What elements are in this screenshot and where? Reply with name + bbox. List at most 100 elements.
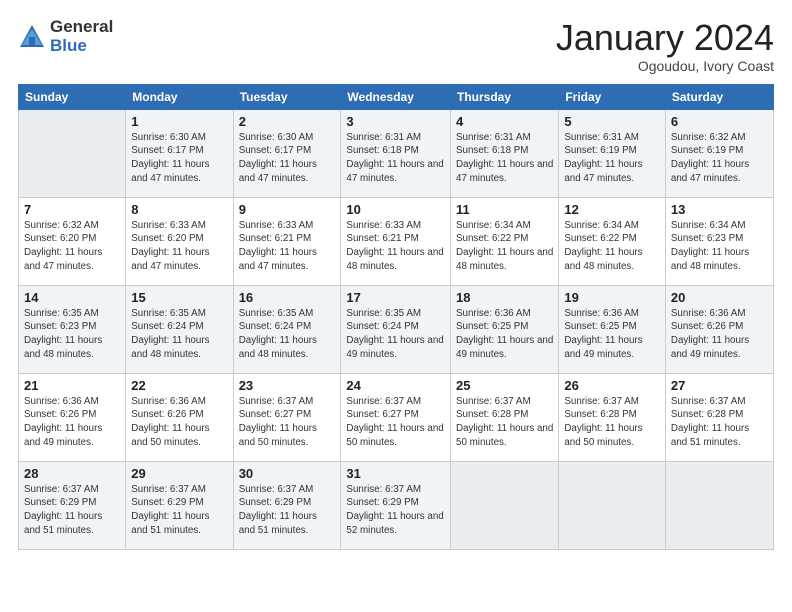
sunset-text: Sunset: 6:24 PM — [239, 321, 311, 332]
day-info: Sunrise: 6:31 AMSunset: 6:18 PMDaylight:… — [456, 131, 553, 186]
sunrise-text: Sunrise: 6:32 AM — [671, 132, 746, 143]
calendar-cell — [19, 109, 126, 197]
daylight-text: Daylight: 11 hours and 47 minutes. — [564, 159, 642, 184]
day-info: Sunrise: 6:36 AMSunset: 6:26 PMDaylight:… — [24, 395, 120, 450]
logo-text: General Blue — [50, 18, 113, 55]
sunrise-text: Sunrise: 6:30 AM — [239, 132, 314, 143]
sunrise-text: Sunrise: 6:36 AM — [131, 396, 206, 407]
day-number: 4 — [456, 114, 553, 129]
day-info: Sunrise: 6:33 AMSunset: 6:20 PMDaylight:… — [131, 219, 227, 274]
page: General Blue January 2024 Ogoudou, Ivory… — [0, 0, 792, 612]
calendar-cell: 14Sunrise: 6:35 AMSunset: 6:23 PMDayligh… — [19, 285, 126, 373]
sunset-text: Sunset: 6:22 PM — [564, 233, 636, 244]
day-info: Sunrise: 6:33 AMSunset: 6:21 PMDaylight:… — [346, 219, 445, 274]
sunrise-text: Sunrise: 6:37 AM — [131, 484, 206, 495]
day-info: Sunrise: 6:36 AMSunset: 6:25 PMDaylight:… — [456, 307, 553, 362]
header-friday: Friday — [559, 84, 666, 109]
calendar-cell: 2Sunrise: 6:30 AMSunset: 6:17 PMDaylight… — [233, 109, 341, 197]
calendar-week-row: 1Sunrise: 6:30 AMSunset: 6:17 PMDaylight… — [19, 109, 774, 197]
daylight-text: Daylight: 11 hours and 48 minutes. — [671, 247, 749, 272]
calendar-cell: 18Sunrise: 6:36 AMSunset: 6:25 PMDayligh… — [451, 285, 559, 373]
sunset-text: Sunset: 6:24 PM — [346, 321, 418, 332]
sunset-text: Sunset: 6:22 PM — [456, 233, 528, 244]
month-title: January 2024 — [556, 18, 774, 58]
day-info: Sunrise: 6:31 AMSunset: 6:18 PMDaylight:… — [346, 131, 445, 186]
sunrise-text: Sunrise: 6:32 AM — [24, 220, 99, 231]
day-info: Sunrise: 6:37 AMSunset: 6:29 PMDaylight:… — [239, 483, 336, 538]
sunrise-text: Sunrise: 6:31 AM — [564, 132, 639, 143]
calendar-week-row: 21Sunrise: 6:36 AMSunset: 6:26 PMDayligh… — [19, 373, 774, 461]
day-info: Sunrise: 6:34 AMSunset: 6:23 PMDaylight:… — [671, 219, 768, 274]
sunset-text: Sunset: 6:23 PM — [671, 233, 743, 244]
sunset-text: Sunset: 6:20 PM — [131, 233, 203, 244]
title-block: January 2024 Ogoudou, Ivory Coast — [556, 18, 774, 74]
day-number: 9 — [239, 202, 336, 217]
sunrise-text: Sunrise: 6:37 AM — [456, 396, 531, 407]
sunset-text: Sunset: 6:29 PM — [239, 497, 311, 508]
sunset-text: Sunset: 6:18 PM — [346, 145, 418, 156]
day-info: Sunrise: 6:37 AMSunset: 6:28 PMDaylight:… — [671, 395, 768, 450]
location-subtitle: Ogoudou, Ivory Coast — [556, 58, 774, 74]
day-info: Sunrise: 6:37 AMSunset: 6:27 PMDaylight:… — [239, 395, 336, 450]
day-info: Sunrise: 6:35 AMSunset: 6:24 PMDaylight:… — [131, 307, 227, 362]
day-number: 15 — [131, 290, 227, 305]
day-number: 29 — [131, 466, 227, 481]
sunset-text: Sunset: 6:25 PM — [456, 321, 528, 332]
day-number: 6 — [671, 114, 768, 129]
day-number: 8 — [131, 202, 227, 217]
daylight-text: Daylight: 11 hours and 50 minutes. — [346, 423, 443, 448]
calendar-cell: 27Sunrise: 6:37 AMSunset: 6:28 PMDayligh… — [665, 373, 773, 461]
sunrise-text: Sunrise: 6:37 AM — [346, 396, 421, 407]
day-number: 13 — [671, 202, 768, 217]
daylight-text: Daylight: 11 hours and 47 minutes. — [131, 247, 209, 272]
sunrise-text: Sunrise: 6:35 AM — [24, 308, 99, 319]
daylight-text: Daylight: 11 hours and 48 minutes. — [24, 335, 102, 360]
day-info: Sunrise: 6:37 AMSunset: 6:28 PMDaylight:… — [564, 395, 660, 450]
sunrise-text: Sunrise: 6:34 AM — [456, 220, 531, 231]
daylight-text: Daylight: 11 hours and 50 minutes. — [456, 423, 553, 448]
day-number: 2 — [239, 114, 336, 129]
sunset-text: Sunset: 6:28 PM — [456, 409, 528, 420]
sunrise-text: Sunrise: 6:34 AM — [564, 220, 639, 231]
header-sunday: Sunday — [19, 84, 126, 109]
header-tuesday: Tuesday — [233, 84, 341, 109]
calendar-cell: 20Sunrise: 6:36 AMSunset: 6:26 PMDayligh… — [665, 285, 773, 373]
calendar-week-row: 28Sunrise: 6:37 AMSunset: 6:29 PMDayligh… — [19, 461, 774, 549]
daylight-text: Daylight: 11 hours and 51 minutes. — [671, 423, 749, 448]
sunset-text: Sunset: 6:25 PM — [564, 321, 636, 332]
daylight-text: Daylight: 11 hours and 49 minutes. — [564, 335, 642, 360]
sunset-text: Sunset: 6:21 PM — [239, 233, 311, 244]
day-number: 21 — [24, 378, 120, 393]
day-info: Sunrise: 6:35 AMSunset: 6:24 PMDaylight:… — [346, 307, 445, 362]
day-info: Sunrise: 6:32 AMSunset: 6:19 PMDaylight:… — [671, 131, 768, 186]
header-wednesday: Wednesday — [341, 84, 451, 109]
header: General Blue January 2024 Ogoudou, Ivory… — [18, 18, 774, 74]
calendar-cell: 21 Sunrise: 6:36 AMSunset: 6:26 PMDayligh… — [19, 373, 126, 461]
sunset-text: Sunset: 6:26 PM — [24, 409, 96, 420]
calendar-cell: 31Sunrise: 6:37 AMSunset: 6:29 PMDayligh… — [341, 461, 451, 549]
day-number: 14 — [24, 290, 120, 305]
calendar-cell — [451, 461, 559, 549]
daylight-text: Daylight: 11 hours and 48 minutes. — [564, 247, 642, 272]
daylight-text: Daylight: 11 hours and 50 minutes. — [564, 423, 642, 448]
calendar-cell: 25Sunrise: 6:37 AMSunset: 6:28 PMDayligh… — [451, 373, 559, 461]
calendar-cell: 16Sunrise: 6:35 AMSunset: 6:24 PMDayligh… — [233, 285, 341, 373]
daylight-text: Daylight: 11 hours and 51 minutes. — [24, 511, 102, 536]
day-info: Sunrise: 6:36 AMSunset: 6:26 PMDaylight:… — [671, 307, 768, 362]
sunrise-text: Sunrise: 6:36 AM — [671, 308, 746, 319]
sunset-text: Sunset: 6:29 PM — [131, 497, 203, 508]
sunset-text: Sunset: 6:17 PM — [131, 145, 203, 156]
daylight-text: Daylight: 11 hours and 47 minutes. — [239, 159, 317, 184]
calendar-cell: 13 Sunrise: 6:34 AMSunset: 6:23 PMDayligh… — [665, 197, 773, 285]
sunset-text: Sunset: 6:18 PM — [456, 145, 528, 156]
sunset-text: Sunset: 6:26 PM — [131, 409, 203, 420]
daylight-text: Daylight: 11 hours and 48 minutes. — [346, 247, 443, 272]
calendar-cell: 11Sunrise: 6:34 AMSunset: 6:22 PMDayligh… — [451, 197, 559, 285]
daylight-text: Daylight: 11 hours and 47 minutes. — [24, 247, 102, 272]
day-number: 23 — [239, 378, 336, 393]
day-number: 19 — [564, 290, 660, 305]
calendar-cell — [665, 461, 773, 549]
daylight-text: Daylight: 11 hours and 51 minutes. — [131, 511, 209, 536]
day-number: 11 — [456, 202, 553, 217]
calendar-cell: 1Sunrise: 6:30 AMSunset: 6:17 PMDaylight… — [126, 109, 233, 197]
